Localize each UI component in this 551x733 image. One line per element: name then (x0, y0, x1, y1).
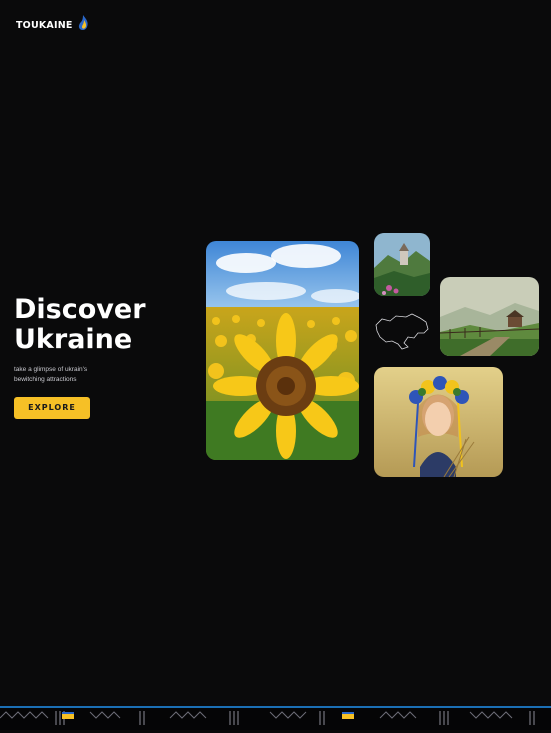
misty-village-photo (440, 277, 539, 356)
hero-section: Discover Ukraine take a glimpse of ukrai… (14, 295, 194, 419)
girl-flower-wreath-photo (374, 367, 503, 477)
hero-title: Discover Ukraine (14, 295, 194, 355)
hero-title-line1: Discover (14, 294, 146, 325)
hero-subtitle: take a glimpse of ukrain's bewitching at… (14, 366, 88, 383)
brand-logo[interactable]: TOUKAINE (16, 15, 89, 36)
sunflower-field-photo (206, 241, 359, 460)
hero-title-line2: Ukraine (14, 324, 133, 355)
ukraine-map-icon (374, 311, 430, 356)
decorative-ornament-border (0, 706, 551, 730)
flame-icon (77, 15, 89, 36)
brand-name: TOUKAINE (16, 20, 73, 31)
mountain-castle-photo (374, 233, 430, 296)
explore-button[interactable]: EXPLORE (14, 397, 90, 419)
